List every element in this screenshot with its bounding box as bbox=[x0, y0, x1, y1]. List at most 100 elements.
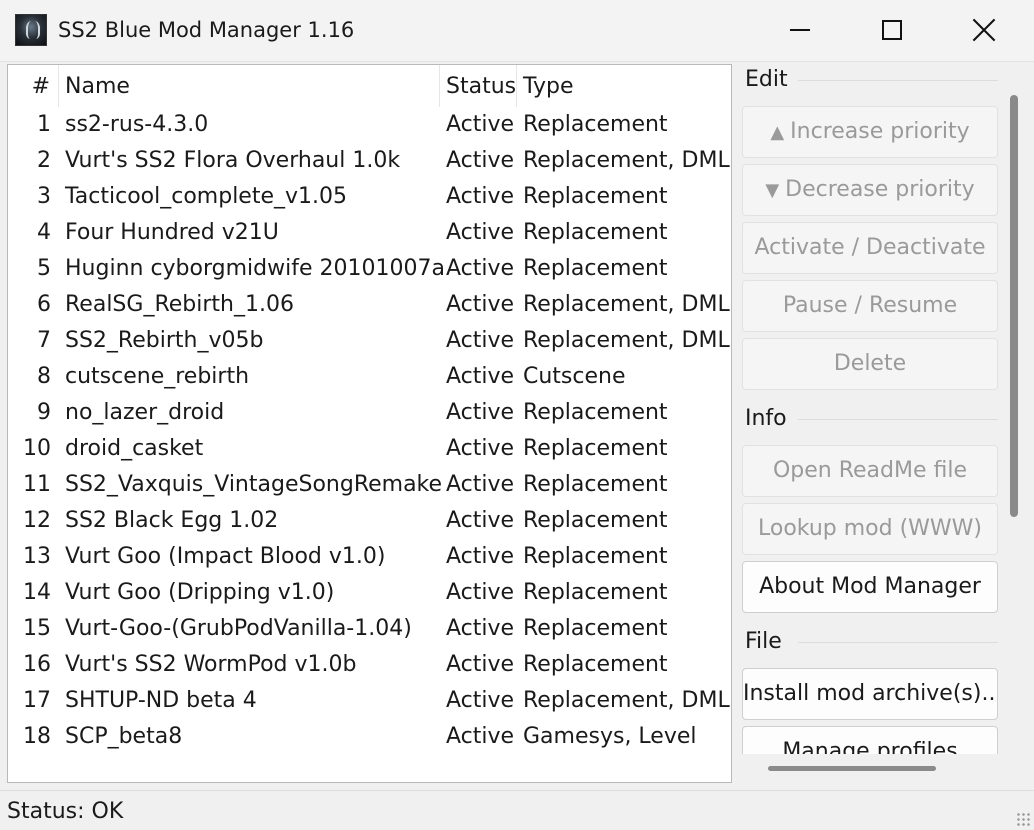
mod-type: Gamesys, Level bbox=[523, 724, 697, 749]
action-sidebar: Edit ▲ Increase priority ▼ Decrease priori… bbox=[736, 64, 998, 754]
open-readme-button[interactable]: Open ReadMe file bbox=[742, 445, 998, 497]
table-row[interactable]: 15 Vurt-Goo-(GrubPodVanilla-1.04) Active Re… bbox=[8, 611, 731, 647]
mod-status: Active bbox=[446, 364, 515, 389]
maximize-button[interactable] bbox=[846, 0, 938, 60]
manage-profiles-button[interactable]: Manage profiles bbox=[742, 726, 998, 754]
list-header: # Name Status Type bbox=[8, 65, 731, 107]
column-header-status[interactable]: Status bbox=[440, 65, 517, 107]
mod-list[interactable]: # Name Status Type 1 ss2-rus-4.3.0 Active R… bbox=[7, 64, 732, 783]
table-row[interactable]: 11 SS2_Vaxquis_VintageSongRemake Active Rep… bbox=[8, 467, 731, 503]
group-label-info: Info bbox=[745, 406, 787, 431]
mod-type: Replacement, DML bbox=[523, 688, 730, 713]
mod-status: Active bbox=[446, 400, 515, 425]
mod-name: RealSG_Rebirth_1.06 bbox=[65, 292, 294, 317]
decrease-priority-button[interactable]: ▼ Decrease priority bbox=[742, 164, 998, 216]
table-row[interactable]: 18 SCP_beta8 Active Gamesys, Level bbox=[8, 719, 731, 755]
mod-type: Replacement, DML bbox=[523, 292, 730, 317]
mod-name: Vurt's SS2 WormPod v1.0b bbox=[65, 652, 357, 677]
column-header-number[interactable]: # bbox=[8, 65, 59, 107]
mod-status: Active bbox=[446, 184, 515, 209]
mod-status: Active bbox=[446, 472, 515, 497]
close-button[interactable] bbox=[938, 0, 1030, 60]
mod-status: Active bbox=[446, 688, 515, 713]
row-number: 7 bbox=[37, 328, 51, 353]
mod-status: Active bbox=[446, 256, 515, 281]
table-row[interactable]: 6 RealSG_Rebirth_1.06 Active Replacement, D… bbox=[8, 287, 731, 323]
table-row[interactable]: 17 SHTUP-ND beta 4 Active Replacement, DML bbox=[8, 683, 731, 719]
mod-type: Replacement bbox=[523, 220, 668, 245]
activate-deactivate-button[interactable]: Activate / Deactivate bbox=[742, 222, 998, 274]
mod-status: Active bbox=[446, 544, 515, 569]
mod-name: no_lazer_droid bbox=[65, 400, 225, 425]
mod-type: Replacement bbox=[523, 256, 668, 281]
table-row[interactable]: 7 SS2_Rebirth_v05b Active Replacement, DML bbox=[8, 323, 731, 359]
mod-name: Vurt-Goo-(GrubPodVanilla-1.04) bbox=[65, 616, 412, 641]
minimize-button[interactable] bbox=[754, 0, 846, 60]
table-row[interactable]: 4 Four Hundred v21U Active Replacement bbox=[8, 215, 731, 251]
mod-name: Huginn cyborgmidwife 20101007a bbox=[65, 256, 445, 281]
mod-name: SHTUP-ND beta 4 bbox=[65, 688, 257, 713]
mod-name: Tacticool_complete_v1.05 bbox=[65, 184, 348, 209]
status-text: Status: OK bbox=[7, 799, 124, 824]
mod-rows: 1 ss2-rus-4.3.0 Active Replacement 2 Vurt's S… bbox=[8, 107, 731, 755]
table-row[interactable]: 8 cutscene_rebirth Active Cutscene bbox=[8, 359, 731, 395]
mod-type: Replacement bbox=[523, 400, 668, 425]
row-number: 16 bbox=[23, 652, 51, 677]
mod-name: SS2_Vaxquis_VintageSongRemake bbox=[65, 472, 443, 497]
row-number: 9 bbox=[37, 400, 51, 425]
mod-name: Four Hundred v21U bbox=[65, 220, 279, 245]
resize-grip-icon[interactable] bbox=[1016, 812, 1030, 826]
mod-status: Active bbox=[446, 724, 515, 749]
mod-name: droid_casket bbox=[65, 436, 204, 461]
table-row[interactable]: 14 Vurt Goo (Dripping v1.0) Active Replacem… bbox=[8, 575, 731, 611]
app-icon bbox=[15, 14, 47, 46]
mod-type: Replacement bbox=[523, 184, 668, 209]
row-number: 4 bbox=[37, 220, 51, 245]
mod-status: Active bbox=[446, 436, 515, 461]
increase-priority-button[interactable]: ▲ Increase priority bbox=[742, 106, 998, 158]
table-row[interactable]: 3 Tacticool_complete_v1.05 Active Replaceme… bbox=[8, 179, 731, 215]
mod-type: Replacement bbox=[523, 616, 668, 641]
minimize-icon bbox=[790, 29, 810, 31]
mod-type: Replacement bbox=[523, 652, 668, 677]
row-number: 17 bbox=[23, 688, 51, 713]
row-number: 5 bbox=[37, 256, 51, 281]
row-number: 15 bbox=[23, 616, 51, 641]
table-row[interactable]: 2 Vurt's SS2 Flora Overhaul 1.0k Active Rep… bbox=[8, 143, 731, 179]
table-row[interactable]: 16 Vurt's SS2 WormPod v1.0b Active Replacem… bbox=[8, 647, 731, 683]
row-number: 18 bbox=[23, 724, 51, 749]
column-header-name[interactable]: Name bbox=[59, 65, 440, 107]
group-label-edit: Edit bbox=[745, 67, 788, 92]
group-divider bbox=[798, 80, 998, 81]
close-icon bbox=[972, 18, 996, 42]
delete-button[interactable]: Delete bbox=[742, 338, 998, 390]
row-number: 11 bbox=[23, 472, 51, 497]
sidebar-vertical-scrollbar[interactable] bbox=[1010, 95, 1018, 517]
pause-resume-button[interactable]: Pause / Resume bbox=[742, 280, 998, 332]
lookup-mod-button[interactable]: Lookup mod (WWW) bbox=[742, 503, 998, 555]
mod-status: Active bbox=[446, 580, 515, 605]
mod-status: Active bbox=[446, 112, 515, 137]
mod-name: Vurt's SS2 Flora Overhaul 1.0k bbox=[65, 148, 401, 173]
install-mod-button[interactable]: Install mod archive(s)... bbox=[742, 668, 998, 720]
mod-type: Replacement, DML bbox=[523, 148, 730, 173]
table-row[interactable]: 12 SS2 Black Egg 1.02 Active Replacement bbox=[8, 503, 731, 539]
mod-status: Active bbox=[446, 148, 515, 173]
about-button[interactable]: About Mod Manager bbox=[742, 561, 998, 613]
row-number: 14 bbox=[23, 580, 51, 605]
group-label-file: File bbox=[745, 629, 782, 654]
row-number: 10 bbox=[23, 436, 51, 461]
row-number: 3 bbox=[37, 184, 51, 209]
table-row[interactable]: 1 ss2-rus-4.3.0 Active Replacement bbox=[8, 107, 731, 143]
mod-name: Vurt Goo (Dripping v1.0) bbox=[65, 580, 335, 605]
table-row[interactable]: 5 Huginn cyborgmidwife 20101007a Active Rep… bbox=[8, 251, 731, 287]
mod-status: Active bbox=[446, 508, 515, 533]
table-row[interactable]: 13 Vurt Goo (Impact Blood v1.0) Active Repl… bbox=[8, 539, 731, 575]
sidebar-horizontal-scrollbar[interactable] bbox=[768, 766, 936, 771]
table-row[interactable]: 10 droid_casket Active Replacement bbox=[8, 431, 731, 467]
mod-type: Replacement bbox=[523, 436, 668, 461]
row-number: 13 bbox=[23, 544, 51, 569]
table-row[interactable]: 9 no_lazer_droid Active Replacement bbox=[8, 395, 731, 431]
mod-type: Replacement, DML bbox=[523, 328, 730, 353]
column-header-type[interactable]: Type bbox=[517, 65, 731, 107]
